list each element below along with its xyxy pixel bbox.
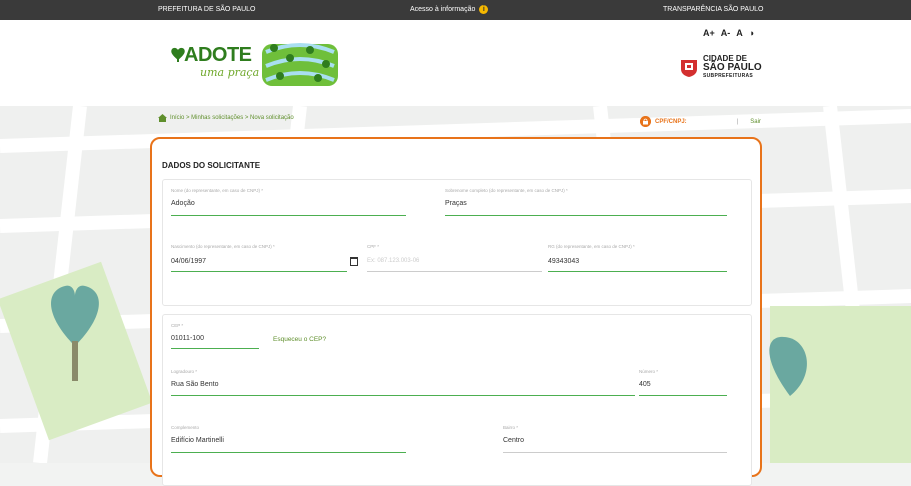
font-decrease-button[interactable]: A-	[721, 28, 731, 38]
info-icon: i	[479, 5, 489, 14]
logout-link[interactable]: Sair	[750, 119, 761, 125]
cep-input[interactable]: 01011-100	[171, 335, 204, 342]
font-increase-button[interactable]: A+	[703, 28, 715, 38]
logo-subtitle: uma praça	[200, 66, 260, 79]
nascimento-underline	[171, 271, 347, 272]
cpf-underline	[367, 271, 542, 272]
numero-label: Número *	[639, 369, 659, 374]
font-reset-button[interactable]: A	[736, 28, 743, 38]
cep-underline	[171, 348, 259, 349]
top-bar: PREFEITURA DE SÃO PAULO Acesso à informa…	[0, 0, 911, 20]
logradouro-input[interactable]: Rua São Bento	[171, 381, 218, 388]
home-icon[interactable]	[158, 114, 167, 122]
sobrenome-label: Sobrenome completo (do representante, em…	[445, 188, 568, 193]
complemento-underline	[171, 452, 406, 453]
cep-label: CEP *	[171, 323, 184, 328]
numero-underline	[639, 395, 727, 396]
header: ADOTE uma praça A+ A- A ◑ CIDADE DE SÃO …	[0, 20, 911, 107]
logradouro-underline	[171, 395, 635, 396]
breadcrumb-path[interactable]: Início > Minhas solicitações > Nova soli…	[170, 115, 294, 121]
contrast-toggle-icon[interactable]: ◑	[749, 28, 754, 38]
adote-uma-praca-logo[interactable]: ADOTE uma praça	[170, 34, 340, 94]
cpf-separator: |	[736, 118, 739, 125]
rg-underline	[548, 271, 727, 272]
lock-icon	[640, 116, 651, 127]
sobrenome-input[interactable]: Praças	[445, 200, 467, 207]
acesso-informacao-link[interactable]: Acesso à informação i	[410, 5, 489, 14]
font-size-controls: A+ A- A ◑	[703, 28, 754, 38]
nome-label: Nome (do representante, em caso de CNPJ)…	[171, 188, 264, 193]
bairro-input[interactable]: Centro	[503, 437, 524, 444]
bairro-underline	[503, 452, 727, 453]
logradouro-label: Logradouro *	[171, 369, 198, 374]
personal-data-panel: Nome (do representante, em caso de CNPJ)…	[162, 179, 752, 306]
complemento-input[interactable]: Edifício Martinelli	[171, 437, 224, 444]
cpf-field-label: CPF *	[367, 244, 380, 249]
calendar-icon[interactable]	[350, 257, 358, 266]
acesso-informacao-label: Acesso à informação	[410, 6, 476, 13]
city-name: SÃO PAULO	[703, 62, 762, 73]
cpf-input[interactable]: Ex: 087.123.003-06	[367, 258, 419, 264]
form-title: DADOS DO SOLICITANTE	[162, 161, 261, 170]
sobrenome-underline	[445, 215, 727, 216]
logo-title: ADOTE	[184, 44, 252, 66]
bairro-label: Bairro *	[503, 425, 519, 430]
form-card: DADOS DO SOLICITANTE Nome (do representa…	[150, 137, 762, 486]
sao-paulo-logo[interactable]: CIDADE DE SÃO PAULO SUBPREFEITURAS	[680, 54, 762, 81]
city-subtitle: SUBPREFEITURAS	[703, 73, 754, 79]
cpf-value-redacted	[690, 118, 733, 125]
sao-paulo-crest-icon	[681, 59, 697, 77]
esqueceu-cep-link[interactable]: Esqueceu o CEP?	[273, 336, 326, 343]
nascimento-input[interactable]: 04/06/1997	[171, 258, 206, 265]
numero-input[interactable]: 405	[639, 381, 651, 388]
account-info: CPF/CNPJ: | Sair	[640, 116, 761, 127]
nome-input[interactable]: Adoção	[171, 200, 195, 207]
breadcrumb: Início > Minhas solicitações > Nova soli…	[158, 114, 294, 122]
prefeitura-link[interactable]: PREFEITURA DE SÃO PAULO	[158, 6, 256, 13]
nascimento-label: Nascimento (do representante, em caso de…	[171, 244, 275, 249]
rg-input[interactable]: 49343043	[548, 258, 579, 265]
park-illustration-icon	[262, 43, 338, 86]
nome-underline	[171, 215, 406, 216]
complemento-label: Complemento	[171, 425, 200, 430]
cpf-label: CPF/CNPJ:	[655, 118, 687, 125]
transparencia-link[interactable]: TRANSPARÊNCIA SÃO PAULO	[663, 6, 764, 13]
address-panel: CEP * 01011-100 Esqueceu o CEP? Logradou…	[162, 314, 752, 486]
rg-label: RG (do representante, em caso de CNPJ) *	[548, 244, 635, 249]
